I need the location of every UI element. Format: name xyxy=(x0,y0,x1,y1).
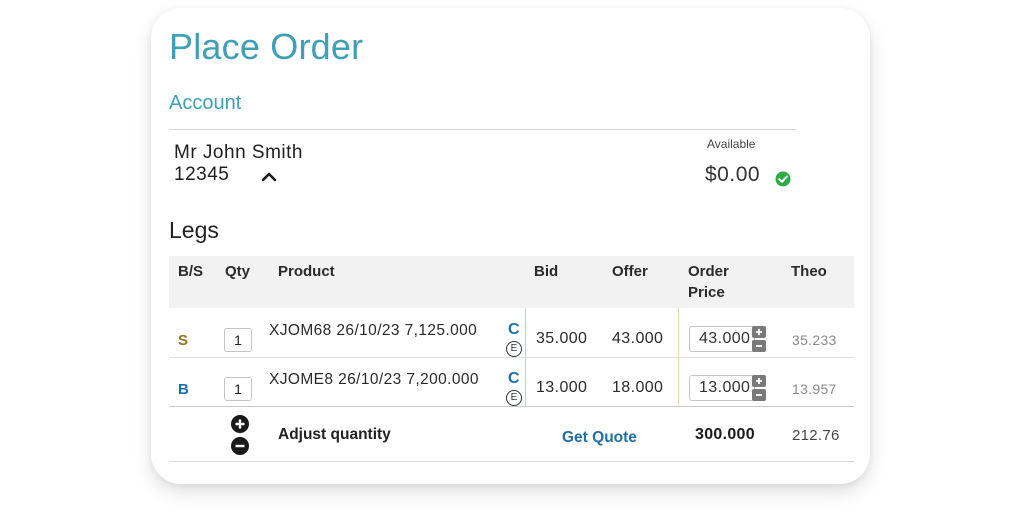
order-price-input[interactable]: 43.000 xyxy=(689,326,755,352)
legs-table-header: B/S Qty Product Bid Offer Order Price Th… xyxy=(169,256,854,308)
product-name: XJOME8 26/10/23 7,200.000 xyxy=(269,371,479,388)
call-indicator: C xyxy=(508,321,520,338)
available-label: Available xyxy=(707,137,756,151)
get-quote-button[interactable]: Get Quote xyxy=(562,429,637,447)
price-stepper-icon[interactable] xyxy=(752,326,766,352)
col-header-product: Product xyxy=(278,263,335,280)
total-theo: 212.76 xyxy=(792,427,840,444)
offer-value: 18.000 xyxy=(612,379,664,396)
bid-value: 35.000 xyxy=(536,330,588,347)
col-header-bs: B/S xyxy=(178,263,204,280)
order-price-value: 13.000 xyxy=(699,379,751,396)
quantity-input[interactable]: 1 xyxy=(224,328,252,352)
footer-divider xyxy=(169,406,854,407)
plus-circle-icon[interactable] xyxy=(231,415,249,433)
col-header-theo: Theo xyxy=(791,263,827,280)
offer-value: 43.000 xyxy=(612,330,664,347)
minus-circle-icon[interactable] xyxy=(231,437,249,455)
order-column-divider xyxy=(678,308,679,406)
theo-value: 13.957 xyxy=(792,381,837,397)
account-number: 12345 xyxy=(174,164,230,185)
bid-column-divider xyxy=(525,308,526,406)
european-style-badge: E xyxy=(506,390,522,406)
order-price-input[interactable]: 13.000 xyxy=(689,375,755,401)
chevron-up-icon[interactable] xyxy=(257,165,281,187)
theo-value: 35.233 xyxy=(792,332,837,348)
bid-value: 13.000 xyxy=(536,379,588,396)
quantity-input[interactable]: 1 xyxy=(224,377,252,401)
account-heading: Account xyxy=(169,92,242,114)
call-indicator: C xyxy=(508,370,520,387)
account-divider xyxy=(169,129,796,130)
side-sell: S xyxy=(178,332,189,349)
col-header-offer: Offer xyxy=(612,263,648,280)
total-order-price: 300.000 xyxy=(695,426,755,443)
check-circle-icon xyxy=(775,171,791,187)
adjust-quantity-label: Adjust quantity xyxy=(278,426,391,443)
european-style-badge: E xyxy=(506,341,522,357)
col-header-qty: Qty xyxy=(225,263,251,280)
side-buy: B xyxy=(178,381,189,398)
available-balance: $0.00 xyxy=(705,163,761,186)
page-title: Place Order xyxy=(169,26,364,67)
order-price-value: 43.000 xyxy=(699,330,751,347)
legs-heading: Legs xyxy=(169,217,219,243)
col-header-order-price: Order Price xyxy=(688,263,729,301)
place-order-card: Place Order Account Mr John Smith 12345 … xyxy=(151,8,870,484)
col-header-bid: Bid xyxy=(534,263,559,280)
price-stepper-icon[interactable] xyxy=(752,375,766,401)
product-name: XJOM68 26/10/23 7,125.000 xyxy=(269,322,478,339)
row-divider xyxy=(169,357,854,358)
footer-bottom-divider xyxy=(169,461,854,462)
account-name: Mr John Smith xyxy=(174,142,303,163)
